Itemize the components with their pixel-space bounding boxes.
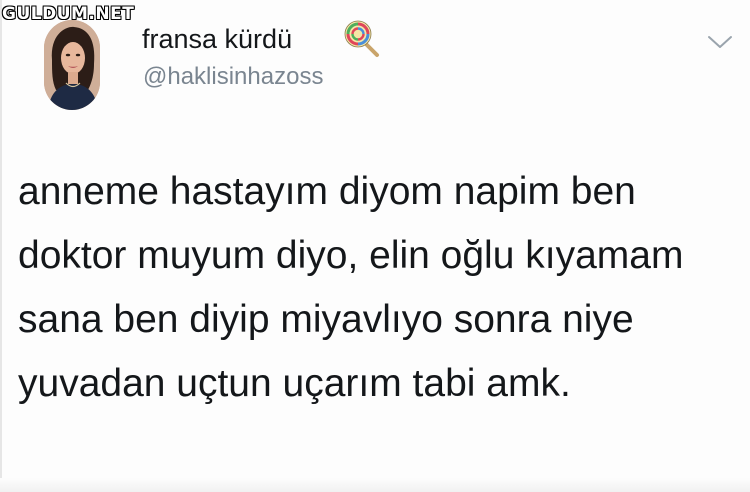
bottom-edge	[0, 478, 750, 492]
tweet-text: anneme hastayım diyom napim ben doktor m…	[18, 160, 733, 416]
tweet-card: fransa kürdü @haklisinhazoss anneme hast…	[0, 0, 750, 492]
card-border	[0, 0, 2, 492]
display-name[interactable]: fransa kürdü	[142, 24, 292, 55]
watermark-logo: GULDUM.NET	[2, 4, 135, 24]
tweet-text-line: yuvadan uçtun uçarım tabi amk.	[18, 362, 571, 405]
tweet-text-line: doktor muyum diyo, elin oğlu kıyamam	[18, 234, 684, 277]
chevron-down-icon[interactable]	[705, 34, 735, 50]
tweet-text-line: sana ben diyip miyavlıyo sonra niye	[18, 298, 634, 341]
avatar-photo	[44, 20, 100, 110]
tweet-text-line: anneme hastayım diyom napim ben	[18, 170, 636, 213]
avatar[interactable]	[44, 20, 100, 110]
lollipop-icon	[344, 20, 379, 57]
user-handle[interactable]: @haklisinhazoss	[143, 63, 323, 91]
